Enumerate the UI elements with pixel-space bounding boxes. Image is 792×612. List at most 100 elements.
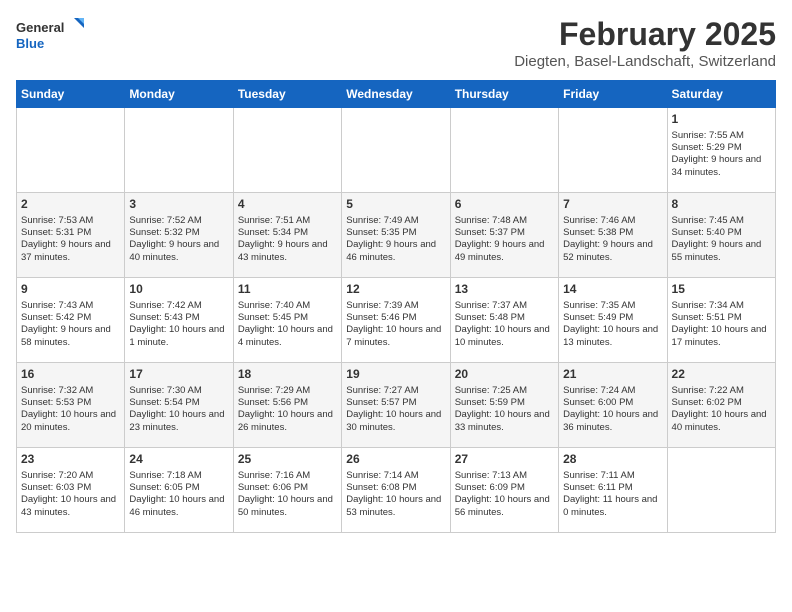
day-number: 16 [21, 367, 120, 383]
day-info: Sunrise: 7:29 AM Sunset: 5:56 PM Dayligh… [238, 385, 337, 434]
day-info: Sunrise: 7:37 AM Sunset: 5:48 PM Dayligh… [455, 300, 554, 349]
day-info: Sunrise: 7:48 AM Sunset: 5:37 PM Dayligh… [455, 215, 554, 264]
day-info: Sunrise: 7:13 AM Sunset: 6:09 PM Dayligh… [455, 470, 554, 519]
day-number: 6 [455, 197, 554, 213]
day-info: Sunrise: 7:53 AM Sunset: 5:31 PM Dayligh… [21, 215, 120, 264]
day-number: 21 [563, 367, 662, 383]
day-info: Sunrise: 7:43 AM Sunset: 5:42 PM Dayligh… [21, 300, 120, 349]
day-number: 14 [563, 282, 662, 298]
calendar-cell: 22 Sunrise: 7:22 AM Sunset: 6:02 PM Dayli… [667, 363, 775, 448]
day-info: Sunrise: 7:20 AM Sunset: 6:03 PM Dayligh… [21, 470, 120, 519]
calendar-cell [667, 448, 775, 533]
calendar-cell: 5 Sunrise: 7:49 AM Sunset: 5:35 PM Daylig… [342, 193, 450, 278]
calendar-cell [17, 108, 125, 193]
day-number: 23 [21, 452, 120, 468]
title-block: February 2025 Diegten, Basel-Landschaft,… [514, 16, 776, 70]
day-info: Sunrise: 7:55 AM Sunset: 5:29 PM Dayligh… [672, 130, 771, 179]
calendar-cell: 21 Sunrise: 7:24 AM Sunset: 6:00 PM Dayli… [559, 363, 667, 448]
day-info: Sunrise: 7:18 AM Sunset: 6:05 PM Dayligh… [129, 470, 228, 519]
day-info: Sunrise: 7:14 AM Sunset: 6:08 PM Dayligh… [346, 470, 445, 519]
calendar-week-row: 1 Sunrise: 7:55 AM Sunset: 5:29 PM Daylig… [17, 108, 776, 193]
calendar-week-row: 16Sunrise: 7:32 AM Sunset: 5:53 PM Dayli… [17, 363, 776, 448]
calendar-cell: 10Sunrise: 7:42 AM Sunset: 5:43 PM Dayli… [125, 278, 233, 363]
col-thursday: Thursday [450, 81, 558, 108]
svg-text:General: General [16, 20, 64, 35]
day-number: 2 [21, 197, 120, 213]
calendar-cell: 27 Sunrise: 7:13 AM Sunset: 6:09 PM Dayli… [450, 448, 558, 533]
day-info: Sunrise: 7:22 AM Sunset: 6:02 PM Dayligh… [672, 385, 771, 434]
calendar-cell [233, 108, 341, 193]
calendar-cell: 12 Sunrise: 7:39 AM Sunset: 5:46 PM Dayli… [342, 278, 450, 363]
page-subtitle: Diegten, Basel-Landschaft, Switzerland [514, 53, 776, 70]
day-info: Sunrise: 7:51 AM Sunset: 5:34 PM Dayligh… [238, 215, 337, 264]
calendar-cell: 20 Sunrise: 7:25 AM Sunset: 5:59 PM Dayli… [450, 363, 558, 448]
calendar-cell [559, 108, 667, 193]
calendar-cell [450, 108, 558, 193]
col-tuesday: Tuesday [233, 81, 341, 108]
calendar-cell: 25Sunrise: 7:16 AM Sunset: 6:06 PM Dayli… [233, 448, 341, 533]
col-saturday: Saturday [667, 81, 775, 108]
day-info: Sunrise: 7:52 AM Sunset: 5:32 PM Dayligh… [129, 215, 228, 264]
day-number: 27 [455, 452, 554, 468]
day-number: 17 [129, 367, 228, 383]
col-monday: Monday [125, 81, 233, 108]
day-number: 5 [346, 197, 445, 213]
calendar-cell: 26 Sunrise: 7:14 AM Sunset: 6:08 PM Dayli… [342, 448, 450, 533]
calendar-cell: 23 Sunrise: 7:20 AM Sunset: 6:03 PM Dayli… [17, 448, 125, 533]
logo: General Blue [16, 16, 86, 54]
calendar-table: Sunday Monday Tuesday Wednesday Thursday… [16, 80, 776, 533]
calendar-cell: 4 Sunrise: 7:51 AM Sunset: 5:34 PM Daylig… [233, 193, 341, 278]
day-number: 28 [563, 452, 662, 468]
page-header: General Blue February 2025 Diegten, Base… [16, 16, 776, 70]
calendar-week-row: 2 Sunrise: 7:53 AM Sunset: 5:31 PM Daylig… [17, 193, 776, 278]
day-number: 10 [129, 282, 228, 298]
day-info: Sunrise: 7:24 AM Sunset: 6:00 PM Dayligh… [563, 385, 662, 434]
calendar-week-row: 9 Sunrise: 7:43 AM Sunset: 5:42 PM Daylig… [17, 278, 776, 363]
day-number: 1 [672, 112, 771, 128]
day-info: Sunrise: 7:46 AM Sunset: 5:38 PM Dayligh… [563, 215, 662, 264]
day-number: 24 [129, 452, 228, 468]
day-number: 25 [238, 452, 337, 468]
col-wednesday: Wednesday [342, 81, 450, 108]
day-number: 8 [672, 197, 771, 213]
calendar-week-row: 23 Sunrise: 7:20 AM Sunset: 6:03 PM Dayli… [17, 448, 776, 533]
day-number: 11 [238, 282, 337, 298]
calendar-cell: 14Sunrise: 7:35 AM Sunset: 5:49 PM Dayli… [559, 278, 667, 363]
day-number: 3 [129, 197, 228, 213]
calendar-cell: 16Sunrise: 7:32 AM Sunset: 5:53 PM Dayli… [17, 363, 125, 448]
day-number: 20 [455, 367, 554, 383]
day-info: Sunrise: 7:45 AM Sunset: 5:40 PM Dayligh… [672, 215, 771, 264]
calendar-cell: 13Sunrise: 7:37 AM Sunset: 5:48 PM Dayli… [450, 278, 558, 363]
day-info: Sunrise: 7:27 AM Sunset: 5:57 PM Dayligh… [346, 385, 445, 434]
calendar-cell: 2 Sunrise: 7:53 AM Sunset: 5:31 PM Daylig… [17, 193, 125, 278]
calendar-cell: 28 Sunrise: 7:11 AM Sunset: 6:11 PM Dayli… [559, 448, 667, 533]
day-number: 26 [346, 452, 445, 468]
col-sunday: Sunday [17, 81, 125, 108]
day-number: 18 [238, 367, 337, 383]
calendar-cell: 3 Sunrise: 7:52 AM Sunset: 5:32 PM Daylig… [125, 193, 233, 278]
calendar-cell: 8 Sunrise: 7:45 AM Sunset: 5:40 PM Daylig… [667, 193, 775, 278]
day-info: Sunrise: 7:39 AM Sunset: 5:46 PM Dayligh… [346, 300, 445, 349]
calendar-cell [125, 108, 233, 193]
calendar-cell: 11 Sunrise: 7:40 AM Sunset: 5:45 PM Dayli… [233, 278, 341, 363]
day-info: Sunrise: 7:11 AM Sunset: 6:11 PM Dayligh… [563, 470, 662, 519]
day-number: 7 [563, 197, 662, 213]
calendar-cell: 7 Sunrise: 7:46 AM Sunset: 5:38 PM Daylig… [559, 193, 667, 278]
calendar-cell: 18 Sunrise: 7:29 AM Sunset: 5:56 PM Dayli… [233, 363, 341, 448]
day-number: 22 [672, 367, 771, 383]
day-number: 9 [21, 282, 120, 298]
logo-svg: General Blue [16, 16, 86, 54]
day-number: 4 [238, 197, 337, 213]
day-number: 19 [346, 367, 445, 383]
day-info: Sunrise: 7:25 AM Sunset: 5:59 PM Dayligh… [455, 385, 554, 434]
calendar-cell: 19 Sunrise: 7:27 AM Sunset: 5:57 PM Dayli… [342, 363, 450, 448]
day-info: Sunrise: 7:49 AM Sunset: 5:35 PM Dayligh… [346, 215, 445, 264]
calendar-cell: 24 Sunrise: 7:18 AM Sunset: 6:05 PM Dayli… [125, 448, 233, 533]
calendar-cell: 1 Sunrise: 7:55 AM Sunset: 5:29 PM Daylig… [667, 108, 775, 193]
calendar-cell: 9 Sunrise: 7:43 AM Sunset: 5:42 PM Daylig… [17, 278, 125, 363]
day-info: Sunrise: 7:40 AM Sunset: 5:45 PM Dayligh… [238, 300, 337, 349]
calendar-cell: 15Sunrise: 7:34 AM Sunset: 5:51 PM Dayli… [667, 278, 775, 363]
calendar-cell: 17Sunrise: 7:30 AM Sunset: 5:54 PM Dayli… [125, 363, 233, 448]
day-info: Sunrise: 7:34 AM Sunset: 5:51 PM Dayligh… [672, 300, 771, 349]
day-number: 12 [346, 282, 445, 298]
